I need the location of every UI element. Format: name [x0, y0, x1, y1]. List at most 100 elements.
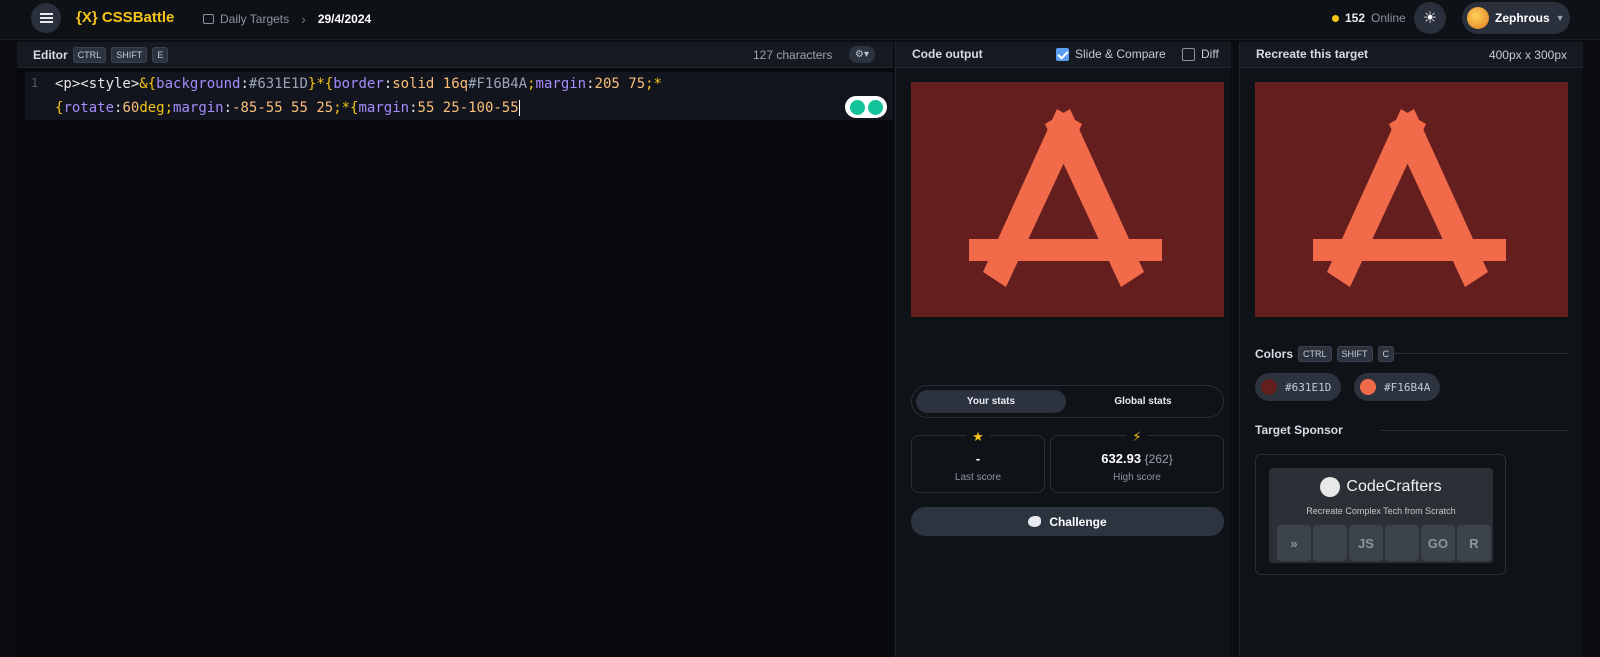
colors-title: Colors — [1255, 347, 1294, 361]
code-token: ;*{ — [333, 100, 359, 116]
target-title: Recreate this target — [1256, 47, 1369, 61]
code-token: border — [333, 76, 384, 92]
code-token: -85-55 55 25 — [232, 100, 334, 116]
code-token: margin — [173, 100, 224, 116]
app-logo[interactable]: {X} CSSBattle — [76, 9, 174, 26]
user-menu-button[interactable]: Zephrous ▼ — [1462, 2, 1570, 34]
code-token: : — [586, 76, 595, 92]
output-shape — [969, 109, 1162, 287]
breadcrumb: Daily Targets › 29/4/2024 — [203, 11, 371, 27]
code-token: #F16B4A — [468, 76, 528, 92]
slide-compare-label: Slide & Compare — [1075, 47, 1166, 61]
code-token: margin — [535, 76, 587, 92]
checkbox-checked-icon[interactable] — [1056, 47, 1069, 61]
kbd-ctrl: CTRL — [1298, 346, 1332, 362]
high-score-label: High score — [1113, 472, 1161, 483]
breadcrumb-date: 29/4/2024 — [317, 12, 372, 26]
slide-compare-toggle[interactable]: Slide & Compare — [1056, 47, 1166, 61]
code-token: : — [383, 76, 393, 92]
code-output-preview[interactable] — [911, 82, 1224, 317]
last-score-value: - — [975, 451, 981, 466]
code-line-2[interactable]: {rotate:60deg;margin:-85-55 55 25;*{marg… — [55, 100, 520, 116]
menu-button[interactable] — [31, 3, 61, 33]
code-token: ; — [527, 76, 536, 92]
code-token: 60 — [122, 100, 140, 116]
target-preview — [1255, 82, 1568, 317]
kbd-shift: SHIFT — [1336, 346, 1373, 362]
color-chip-2[interactable]: #F16B4A — [1354, 373, 1441, 401]
breadcrumb-daily-targets[interactable]: Daily Targets — [220, 12, 289, 26]
editor-title-text: Editor — [33, 48, 68, 62]
code-token: 55 25-100-55 — [417, 100, 519, 116]
language-tiles: » JS GO R — [1277, 525, 1491, 561]
chevron-right-icon: › — [301, 11, 306, 27]
tab-your-stats[interactable]: Your stats — [916, 390, 1066, 413]
output-header: Code output Slide & Compare Diff — [896, 42, 1231, 68]
tile-icon: JS — [1349, 525, 1383, 561]
sun-icon: ☀ — [1422, 10, 1438, 27]
sponsor-card[interactable]: CodeCrafters Recreate Complex Tech from … — [1255, 454, 1506, 575]
tab-global-stats[interactable]: Global stats — [1068, 390, 1218, 413]
online-count: 152 — [1345, 11, 1366, 25]
high-score: 632.93 {262} — [1051, 451, 1223, 466]
page-scrollbar[interactable] — [1583, 42, 1600, 657]
high-score-value: 632.93 — [1101, 451, 1142, 466]
chevron-down-icon: ▼ — [1555, 13, 1565, 23]
code-token: : — [409, 100, 418, 116]
online-status: 152 Online — [1332, 11, 1406, 25]
online-label: Online — [1371, 11, 1406, 25]
color-chip-1[interactable]: #631E1D — [1255, 373, 1342, 401]
stats-tabs: Your stats Global stats — [911, 385, 1224, 418]
theme-toggle-button[interactable]: ☀ — [1414, 2, 1446, 34]
username: Zephrous — [1495, 11, 1550, 25]
calendar-icon — [203, 14, 214, 24]
color-hex: #F16B4A — [1384, 380, 1431, 394]
last-score-label: Last score — [954, 472, 1002, 483]
challenge-button[interactable]: Challenge — [911, 507, 1224, 536]
text-caret — [518, 100, 520, 116]
editor-settings-button[interactable]: ⚙▾ — [849, 46, 875, 63]
code-token: #631E1D — [248, 76, 308, 92]
star-icon: ★ — [912, 429, 1044, 445]
code-token: : — [240, 76, 249, 92]
code-token: &{ — [139, 76, 157, 92]
color-hex: #631E1D — [1285, 380, 1332, 394]
divider — [1380, 430, 1567, 431]
lightning-icon: ⚡ — [1051, 429, 1223, 445]
sponsor-ad[interactable]: CodeCrafters Recreate Complex Tech from … — [1269, 468, 1493, 563]
checkbox-icon[interactable] — [1182, 47, 1195, 61]
tile-icon: GO — [1421, 525, 1455, 561]
tile-icon — [1313, 525, 1347, 561]
shape-base-bar — [969, 239, 1162, 261]
editor-header: Editor CTRL SHIFT E 127 characters ⚙▾ — [17, 42, 893, 68]
editor-title: Editor CTRL SHIFT E — [33, 47, 169, 63]
target-panel: Recreate this target 400px x 300px Color… — [1239, 42, 1583, 657]
kbd-ctrl: CTRL — [72, 47, 107, 63]
target-size: 400px x 300px — [1488, 48, 1567, 62]
colors-heading: Colors CTRL SHIFT C — [1255, 346, 1395, 362]
lightbulb-icon — [849, 99, 865, 115]
sponsor-brand: CodeCrafters — [1269, 477, 1493, 497]
code-brackets-icon — [1320, 477, 1341, 497]
last-score-card: ★ - Last score — [911, 429, 1045, 493]
code-token: solid 16q — [392, 76, 469, 92]
grammarly-icon — [867, 99, 883, 115]
code-token: 205 75 — [594, 76, 646, 92]
top-bar: {X} CSSBattle Daily Targets › 29/4/2024 … — [0, 0, 1600, 40]
code-editor[interactable]: 1 <p><style>&{background:#631E1D}*{borde… — [25, 72, 893, 120]
tile-icon: » — [1277, 525, 1311, 561]
code-line-1[interactable]: <p><style>&{background:#631E1D}*{border:… — [55, 76, 662, 92]
color-swatch — [1261, 379, 1277, 395]
twitter-icon — [1028, 516, 1042, 527]
sponsor-tagline: Recreate Complex Tech from Scratch — [1306, 506, 1456, 516]
output-title: Code output — [912, 47, 983, 61]
color-swatch — [1360, 379, 1376, 395]
target-shape — [1313, 109, 1506, 287]
code-token: : — [223, 100, 233, 116]
code-token: ;* — [645, 76, 662, 92]
gear-icon: ⚙▾ — [855, 49, 869, 60]
kbd-e: E — [152, 47, 169, 63]
high-score-chars: {262} — [1144, 452, 1173, 466]
grammarly-widget[interactable] — [845, 96, 887, 118]
diff-toggle[interactable]: Diff — [1182, 47, 1219, 61]
